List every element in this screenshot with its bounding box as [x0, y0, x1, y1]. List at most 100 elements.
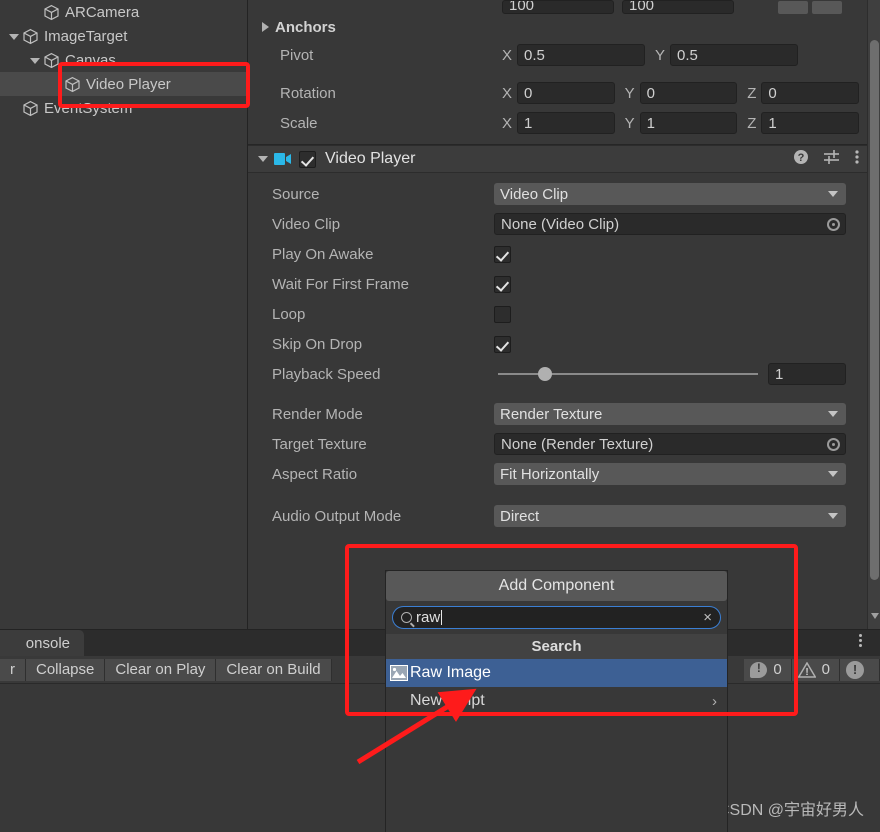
skip-on-drop-checkbox[interactable] — [494, 335, 511, 353]
play-on-awake-checkbox[interactable] — [494, 245, 511, 263]
hierarchy-item-eventsystem[interactable]: EventSystem — [0, 96, 247, 120]
render-mode-value: Render Texture — [500, 405, 603, 423]
height-field[interactable]: 100 — [622, 0, 734, 14]
video-player-enabled-checkbox[interactable] — [299, 150, 316, 168]
component-kebab-menu-icon[interactable] — [855, 149, 859, 170]
pivot-y-field[interactable]: 0.5 — [670, 44, 799, 66]
target-texture-row: Target Texture None (Render Texture) — [248, 429, 867, 459]
rotation-y-axis-label: Y — [624, 84, 635, 102]
scrollbar-thumb[interactable] — [870, 40, 879, 580]
hierarchy-item-video-player[interactable]: Video Player — [0, 72, 247, 96]
wait-first-frame-row: Wait For First Frame — [248, 269, 867, 299]
hierarchy-item-label: Video Player — [86, 75, 171, 93]
render-mode-dropdown[interactable]: Render Texture — [494, 403, 846, 425]
scroll-down-arrow-icon[interactable] — [871, 613, 879, 619]
console-button-r[interactable]: r — [0, 658, 26, 681]
playback-speed-slider[interactable] — [498, 367, 758, 381]
console-button-clear-on-play[interactable]: Clear on Play — [105, 658, 217, 681]
foldout-none — [29, 6, 42, 19]
console-counter-message[interactable]: 0 — [744, 658, 792, 681]
add-component-popup[interactable]: Add Component raw × Search Raw Image New … — [385, 570, 728, 832]
anchors-row[interactable]: Anchors — [256, 14, 859, 40]
chevron-down-icon — [828, 513, 838, 519]
hierarchy-item-label: ARCamera — [65, 3, 140, 21]
rect-transform-block: Anchors Pivot X 0.5 Y 0.5 Rotation X 0 Y… — [248, 14, 867, 145]
video-clip-object-field[interactable]: None (Video Clip) — [494, 213, 846, 235]
component-result-label: New script — [410, 692, 485, 709]
playback-speed-field[interactable]: 1 — [768, 363, 846, 385]
clear-icon[interactable]: × — [703, 610, 712, 625]
loop-row: Loop — [248, 299, 867, 329]
wait-first-frame-checkbox[interactable] — [494, 275, 511, 293]
target-texture-object-field[interactable]: None (Render Texture) — [494, 433, 846, 455]
slider-handle[interactable] — [537, 367, 552, 381]
blueprint-mode-button[interactable] — [778, 1, 808, 14]
object-picker-icon[interactable] — [827, 217, 840, 231]
audio-output-mode-dropdown[interactable]: Direct — [494, 505, 846, 527]
video-player-icon — [274, 152, 291, 166]
source-dropdown[interactable]: Video Clip — [494, 183, 846, 205]
audio-output-mode-value: Direct — [500, 507, 540, 525]
aspect-ratio-value: Fit Horizontally — [500, 465, 600, 483]
chevron-down-icon — [828, 471, 838, 477]
help-icon[interactable]: ? — [793, 149, 809, 170]
foldout-open-icon[interactable] — [8, 30, 21, 43]
scale-y-field[interactable]: 1 — [639, 112, 738, 134]
rotation-y-field[interactable]: 0 — [639, 82, 738, 104]
foldout-open-icon[interactable] — [29, 54, 42, 67]
video-player-properties: Source Video Clip Video Clip None (Video… — [248, 173, 867, 541]
skip-on-drop-row: Skip On Drop — [248, 329, 867, 359]
video-player-component-header[interactable]: Video Player ? — [248, 145, 867, 173]
playback-speed-control[interactable]: 1 — [494, 363, 846, 385]
hierarchy-item-label: Canvas — [65, 51, 116, 69]
hierarchy-item-arcamera[interactable]: ARCamera — [0, 0, 247, 24]
raw-edit-mode-button[interactable] — [812, 1, 842, 14]
hierarchy-item-imagetarget[interactable]: ImageTarget — [0, 24, 247, 48]
search-query-text: raw — [416, 609, 441, 626]
width-field[interactable]: 100 — [502, 0, 614, 14]
preset-icon[interactable] — [823, 149, 841, 170]
scale-row: Scale X 1 Y 1 Z 1 — [256, 108, 859, 138]
pivot-row: Pivot X 0.5 Y 0.5 — [256, 40, 859, 70]
inspector-panel[interactable]: 100 100 Anchors Pivot X 0.5 Y 0.5 Rotati… — [248, 0, 880, 629]
target-texture-value: None (Render Texture) — [501, 435, 654, 453]
aspect-ratio-row: Aspect Ratio Fit Horizontally — [248, 459, 867, 489]
console-button-collapse[interactable]: Collapse — [26, 658, 106, 681]
watermark-text: CSDN @宇宙好男人 — [717, 802, 864, 819]
pivot-x-axis-label: X — [502, 46, 513, 64]
component-result-new-script[interactable]: New script › — [386, 687, 727, 715]
rotation-x-field[interactable]: 0 — [517, 82, 615, 104]
hierarchy-item-canvas[interactable]: Canvas — [0, 48, 247, 72]
anchors-label: Anchors — [275, 18, 336, 36]
component-search-input[interactable]: raw × — [392, 606, 721, 629]
no-icon — [390, 693, 408, 709]
console-counter-error[interactable] — [840, 658, 880, 681]
object-picker-icon[interactable] — [827, 437, 840, 451]
component-result-raw-image[interactable]: Raw Image — [386, 659, 727, 687]
inspector-scrollbar[interactable] — [867, 0, 880, 629]
scale-z-field[interactable]: 1 — [761, 112, 859, 134]
tab-console[interactable]: onsole — [0, 630, 84, 656]
video-clip-label: Video Clip — [272, 215, 341, 233]
playback-speed-label: Playback Speed — [272, 365, 381, 383]
warning-icon: ! — [797, 661, 817, 678]
hierarchy-panel[interactable]: ARCamera ImageTarget Canvas Video Player Eve… — [0, 0, 248, 629]
scale-x-field[interactable]: 1 — [517, 112, 615, 134]
pivot-x-field[interactable]: 0.5 — [517, 44, 646, 66]
scale-x-axis-label: X — [502, 114, 513, 132]
loop-checkbox[interactable] — [494, 305, 511, 323]
rotation-row: Rotation X 0 Y 0 Z 0 — [256, 78, 859, 108]
console-button-clear-on-build[interactable]: Clear on Build — [216, 658, 332, 681]
skip-on-drop-label: Skip On Drop — [272, 335, 363, 353]
component-foldout-icon[interactable] — [258, 156, 268, 162]
search-results-list[interactable]: Raw Image New script › — [386, 659, 727, 715]
svg-text:!: ! — [805, 667, 808, 678]
rotation-z-field[interactable]: 0 — [761, 82, 859, 104]
anchors-foldout-icon[interactable] — [262, 22, 269, 32]
aspect-ratio-dropdown[interactable]: Fit Horizontally — [494, 463, 846, 485]
console-counter-warning[interactable]: ! 0 — [791, 658, 840, 681]
search-icon — [401, 612, 412, 623]
add-component-search-wrap: raw × — [386, 601, 727, 634]
add-component-button[interactable]: Add Component — [386, 571, 727, 601]
console-kebab-menu-icon[interactable] — [859, 634, 862, 647]
